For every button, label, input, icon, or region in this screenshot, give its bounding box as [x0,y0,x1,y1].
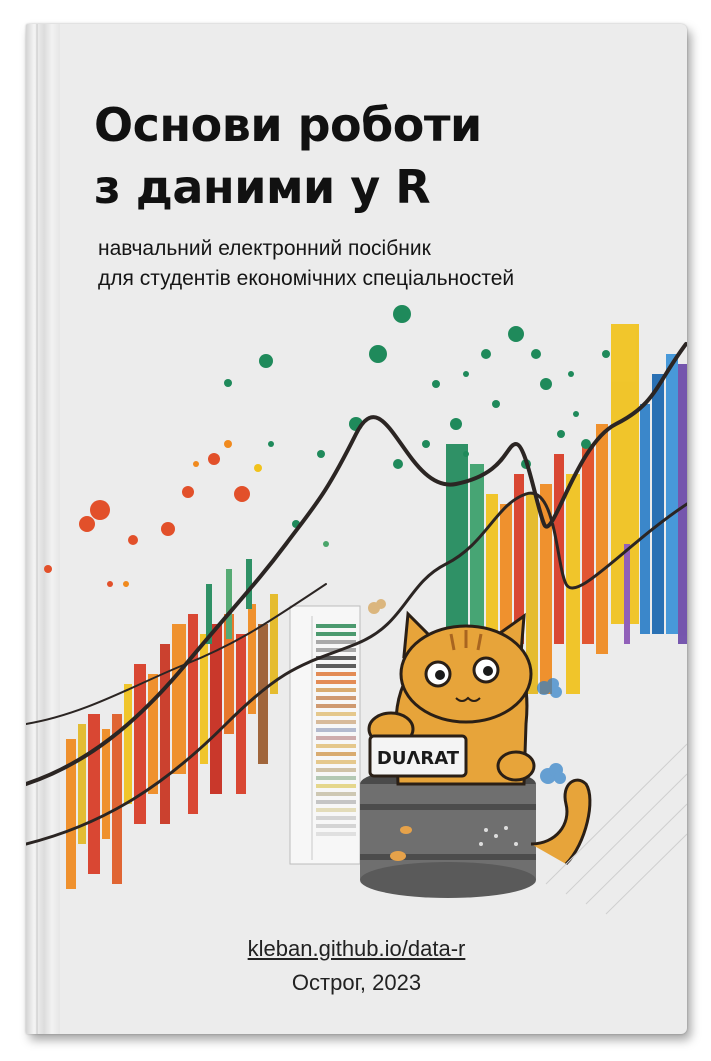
subtitle-line-2: для студентів економічних спеціальностей [98,267,515,290]
book-url-link[interactable]: kleban.github.io/data-r [26,936,687,962]
barrel-label: DUΛRAT [368,734,468,778]
book-cover: DUΛRAT Основи роботи з даними у R навчал… [26,24,687,1034]
barrel-label-text: DUΛRAT [377,748,460,769]
book-title: Основи роботи з даними у R [94,94,654,218]
data-spreadsheet-illustration [289,605,361,865]
title-line-2: з даними у R [94,160,431,214]
scatter-dots [44,305,610,587]
title-line-1: Основи роботи [94,98,482,152]
book-subtitle: навчальний електронний посібник для студ… [98,234,658,294]
subtitle-line-1: навчальний електронний посібник [98,237,431,260]
barrel-illustration [360,766,536,898]
place-year: Острог, 2023 [291,970,422,995]
